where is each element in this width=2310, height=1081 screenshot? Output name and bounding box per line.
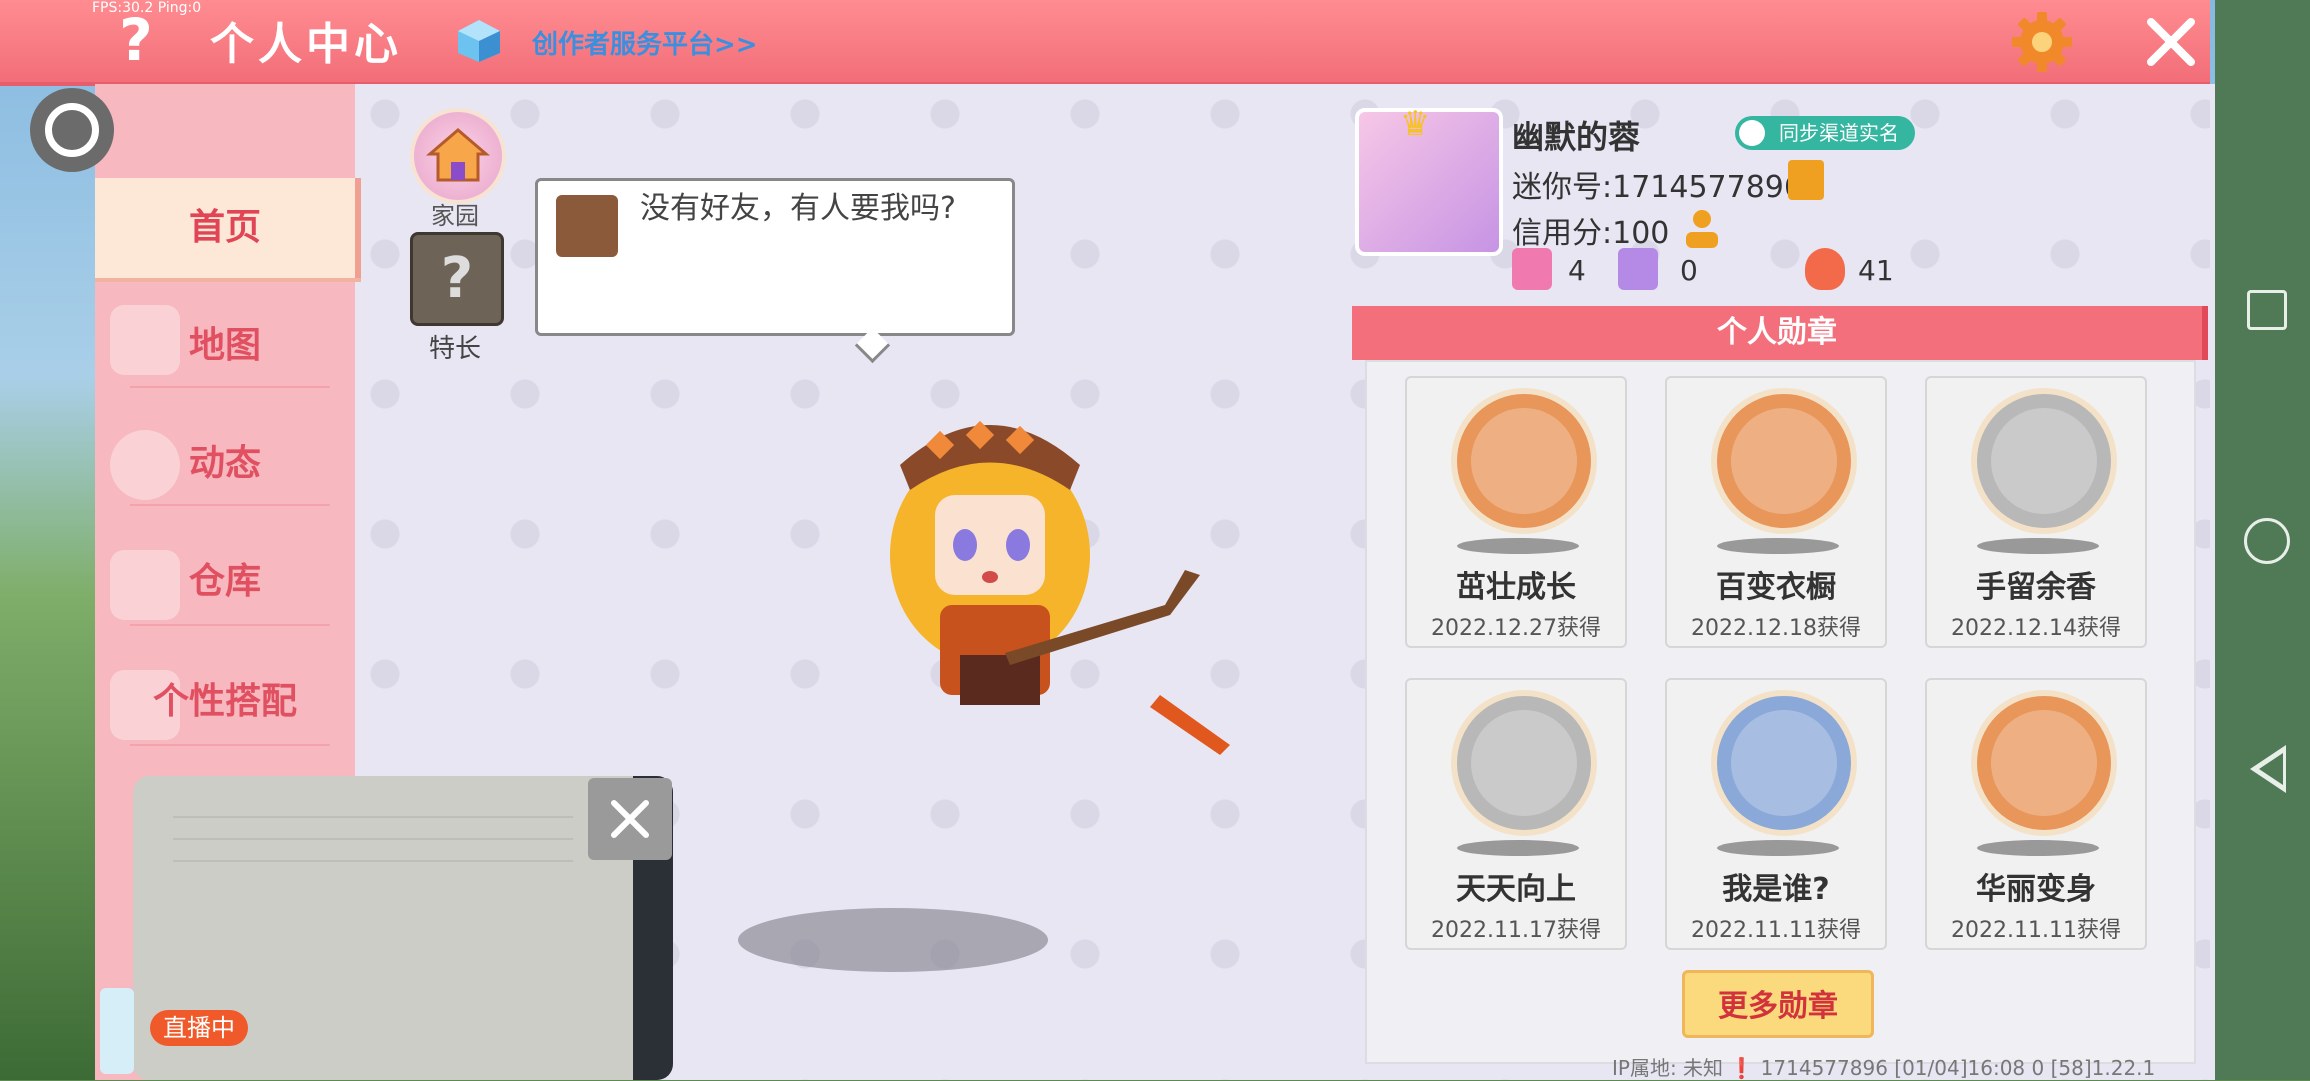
credit-score: 信用分:100 — [1512, 216, 1670, 251]
close-icon — [611, 800, 649, 838]
medal-wardrobe-icon — [1711, 388, 1857, 534]
medal-name: 百变衣橱 — [1716, 570, 1836, 605]
medal-fragrance-icon — [1971, 388, 2117, 534]
crown-icon: ♛ — [1400, 104, 1431, 144]
live-close-button[interactable] — [588, 778, 672, 860]
speech-bubble: 没有好友，有人要我吗? — [535, 178, 1015, 336]
sidebar-divider — [130, 386, 330, 388]
sidebar-divider — [130, 624, 330, 626]
medal-card[interactable]: 茁壮成长 2022.12.27获得 — [1405, 376, 1627, 648]
medal-card[interactable]: 手留余香 2022.12.14获得 — [1925, 376, 2147, 648]
medal-date: 2022.11.17获得 — [1431, 918, 1601, 943]
close-icon[interactable] — [2143, 14, 2199, 70]
plus-flag-icon — [1512, 248, 1552, 290]
stat-heat: 41 — [1858, 254, 1894, 287]
medal-card[interactable]: 我是谁? 2022.11.11获得 — [1665, 678, 1887, 950]
medal-sprout-icon — [1451, 388, 1597, 534]
medal-dino-icon — [1971, 690, 2117, 836]
skill-label: 特长 — [428, 334, 481, 364]
flame-icon — [1805, 248, 1845, 290]
medal-header: 个人勋章 — [1352, 306, 2208, 360]
nickname: 幽默的蓉 — [1512, 118, 1641, 156]
person-icon — [1739, 120, 1765, 146]
trophy-person-icon — [1618, 248, 1658, 290]
medal-date: 2022.11.11获得 — [1691, 918, 1861, 943]
creator-platform-link[interactable]: 创作者服务平台>> — [532, 24, 758, 61]
medal-name: 手留余香 — [1976, 570, 2096, 605]
home-house-icon[interactable] — [410, 108, 506, 204]
stat-likes: 4 — [1568, 254, 1586, 287]
footer-info: IP属地: 未知 ❗ 1714577896 [01/04]16:08 0 [58… — [1612, 1056, 2156, 1080]
sidebar-item-map[interactable]: 地图 — [95, 296, 355, 396]
medal-date: 2022.12.27获得 — [1431, 616, 1601, 641]
sidebar-divider — [130, 744, 330, 746]
back-button[interactable] — [2250, 745, 2286, 793]
recents-button[interactable] — [2247, 290, 2287, 330]
record-icon[interactable] — [30, 88, 114, 172]
medal-date: 2022.11.11获得 — [1951, 918, 2121, 943]
medal-shadow — [1457, 840, 1579, 856]
mini-id: 迷你号:1714577896 — [1512, 170, 1803, 205]
medal-shadow — [1977, 840, 2099, 856]
medal-idcard-icon — [1711, 690, 1857, 836]
player-character[interactable] — [840, 395, 1240, 785]
skill-question-icon[interactable]: ? — [410, 232, 504, 326]
realname-label: 同步渠道实名 — [1779, 121, 1899, 145]
help-icon[interactable]: ? — [108, 11, 164, 69]
sidebar-item-outfit[interactable]: 个性搭配 — [95, 652, 355, 752]
live-thumbnail — [100, 988, 134, 1074]
medal-name: 华丽变身 — [1976, 872, 2096, 907]
bubble-house-icon — [556, 195, 618, 257]
medal-name: 茁壮成长 — [1456, 570, 1576, 605]
stat-fans: 0 — [1680, 254, 1698, 287]
sidebar-item-storage[interactable]: 仓库 — [95, 532, 355, 632]
gear-icon[interactable] — [2010, 10, 2074, 74]
medal-shadow — [1977, 538, 2099, 554]
medal-card[interactable]: 百变衣橱 2022.12.18获得 — [1665, 376, 1887, 648]
medal-shadow — [1717, 538, 1839, 554]
realname-sync-badge[interactable]: 同步渠道实名 — [1735, 116, 1915, 150]
medal-date: 2022.12.18获得 — [1691, 616, 1861, 641]
medal-calendar-icon — [1451, 690, 1597, 836]
credit-person-icon[interactable] — [1680, 206, 1724, 250]
medal-card[interactable]: 天天向上 2022.11.17获得 — [1405, 678, 1627, 950]
home-label: 家园 — [431, 202, 479, 230]
copy-icon[interactable] — [1788, 160, 1824, 200]
character-shadow — [738, 908, 1048, 972]
medal-shadow — [1457, 538, 1579, 554]
page-title: 个人中心 — [210, 19, 402, 70]
medal-name: 天天向上 — [1456, 872, 1576, 907]
medal-card[interactable]: 华丽变身 2022.11.11获得 — [1925, 678, 2147, 950]
medal-date: 2022.12.14获得 — [1951, 616, 2121, 641]
more-medals-button[interactable]: 更多勋章 — [1682, 970, 1874, 1038]
house-icon — [425, 128, 491, 182]
sidebar-item-home[interactable]: 首页 — [95, 178, 361, 278]
live-badge: 直播中 — [150, 1010, 248, 1046]
creator-cube-icon — [458, 20, 500, 62]
sidebar-divider — [130, 504, 330, 506]
video-content — [173, 796, 573, 866]
medal-shadow — [1717, 840, 1839, 856]
home-button[interactable] — [2244, 518, 2290, 564]
medal-name: 我是谁? — [1722, 872, 1830, 907]
sidebar-item-feed[interactable]: 动态 — [95, 414, 355, 514]
bubble-text: 没有好友，有人要我吗? — [640, 191, 956, 226]
